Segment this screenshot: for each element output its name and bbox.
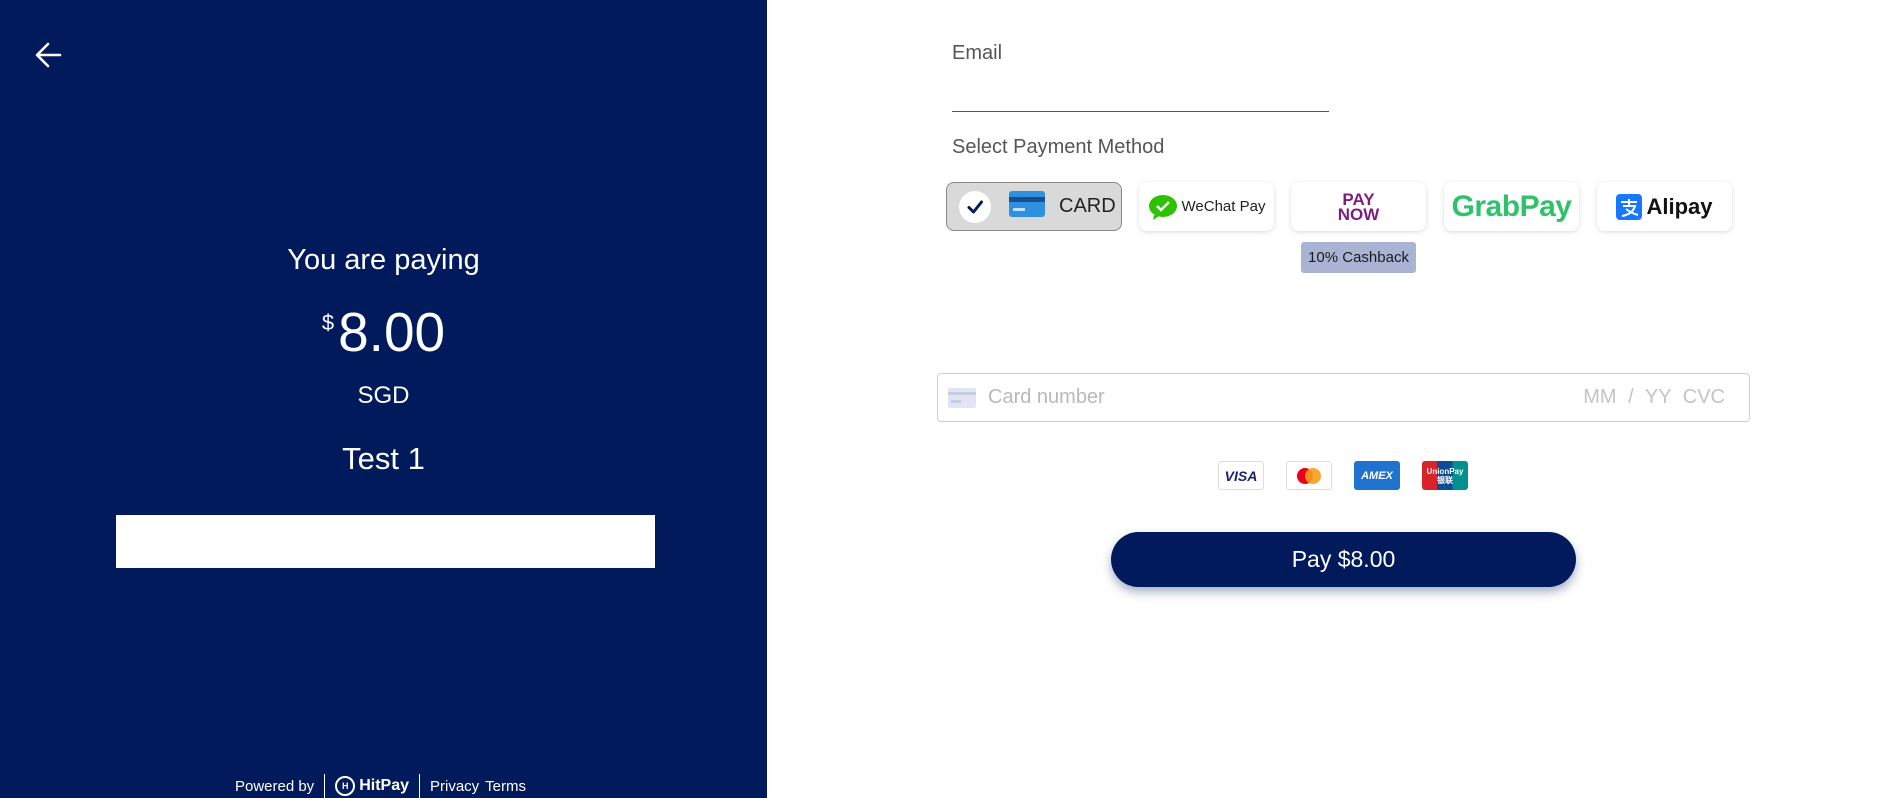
paynow-label-bottom: NOW [1337, 204, 1380, 224]
hitpay-icon: H [335, 776, 356, 796]
grabpay-logo: GrabPay [1451, 189, 1572, 223]
footer: Powered by H HitPay Privacy Terms [0, 774, 767, 798]
hitpay-brand-text: HitPay [359, 777, 409, 794]
arrow-left-icon [35, 42, 62, 68]
amex-icon: AMEX [1354, 461, 1400, 490]
payment-method-card[interactable]: CARD [946, 182, 1122, 231]
expiry-cvc-placeholder: MM / YY CVC [1583, 386, 1725, 408]
alipay-label: Alipay [1646, 193, 1713, 219]
wechat-label: WeChat Pay [1181, 198, 1266, 215]
paynow-logo: PAY NOW [1337, 191, 1380, 224]
currency-code: SGD [357, 382, 410, 409]
mastercard-icon [1286, 461, 1332, 490]
wechat-icon [1148, 194, 1177, 220]
card-number-placeholder: Card number [988, 386, 1105, 408]
payment-form: Email Select Payment Method CARD WeChat … [767, 0, 1887, 798]
powered-by-text: Powered by [234, 777, 315, 795]
footer-divider [324, 774, 326, 798]
payment-method-grabpay[interactable]: GrabPay [1444, 182, 1579, 231]
footer-divider [418, 774, 420, 798]
accepted-card-brands: VISA AMEX UnionPay 银联 [1218, 461, 1468, 490]
unionpay-icon: UnionPay 银联 [1422, 461, 1468, 490]
hitpay-logo[interactable]: H HitPay [335, 776, 409, 796]
visa-icon: VISA [1218, 461, 1264, 490]
terms-link[interactable]: Terms [485, 778, 526, 795]
merchant-name: Test 1 [342, 441, 425, 476]
email-field[interactable] [952, 76, 1329, 112]
cashback-badge: 10% Cashback [1301, 242, 1416, 273]
email-label: Email [952, 42, 1003, 64]
payment-method-paynow[interactable]: PAY NOW [1291, 182, 1426, 231]
card-placeholder-icon [948, 387, 976, 408]
credit-card-icon [1009, 191, 1045, 222]
payment-method-label: Select Payment Method [952, 136, 1165, 158]
amount-display: $8.00 [0, 300, 767, 364]
payment-method-wechat[interactable]: WeChat Pay [1139, 182, 1274, 231]
check-icon [959, 190, 991, 223]
card-method-label: CARD [1059, 195, 1116, 217]
currency-symbol: $ [321, 310, 335, 335]
amount-value: 8.00 [338, 301, 446, 363]
back-button[interactable] [32, 38, 66, 72]
payment-method-alipay[interactable]: Alipay [1597, 182, 1732, 231]
pay-button[interactable]: Pay $8.00 [1111, 532, 1576, 587]
order-summary-panel: You are paying $8.00 SGD Test 1 Powered … [0, 0, 767, 798]
paying-label: You are paying [287, 244, 480, 276]
description-box [116, 515, 655, 568]
privacy-link[interactable]: Privacy [430, 778, 479, 795]
card-number-input[interactable]: Card number MM / YY CVC [937, 373, 1750, 422]
alipay-icon [1616, 193, 1643, 220]
